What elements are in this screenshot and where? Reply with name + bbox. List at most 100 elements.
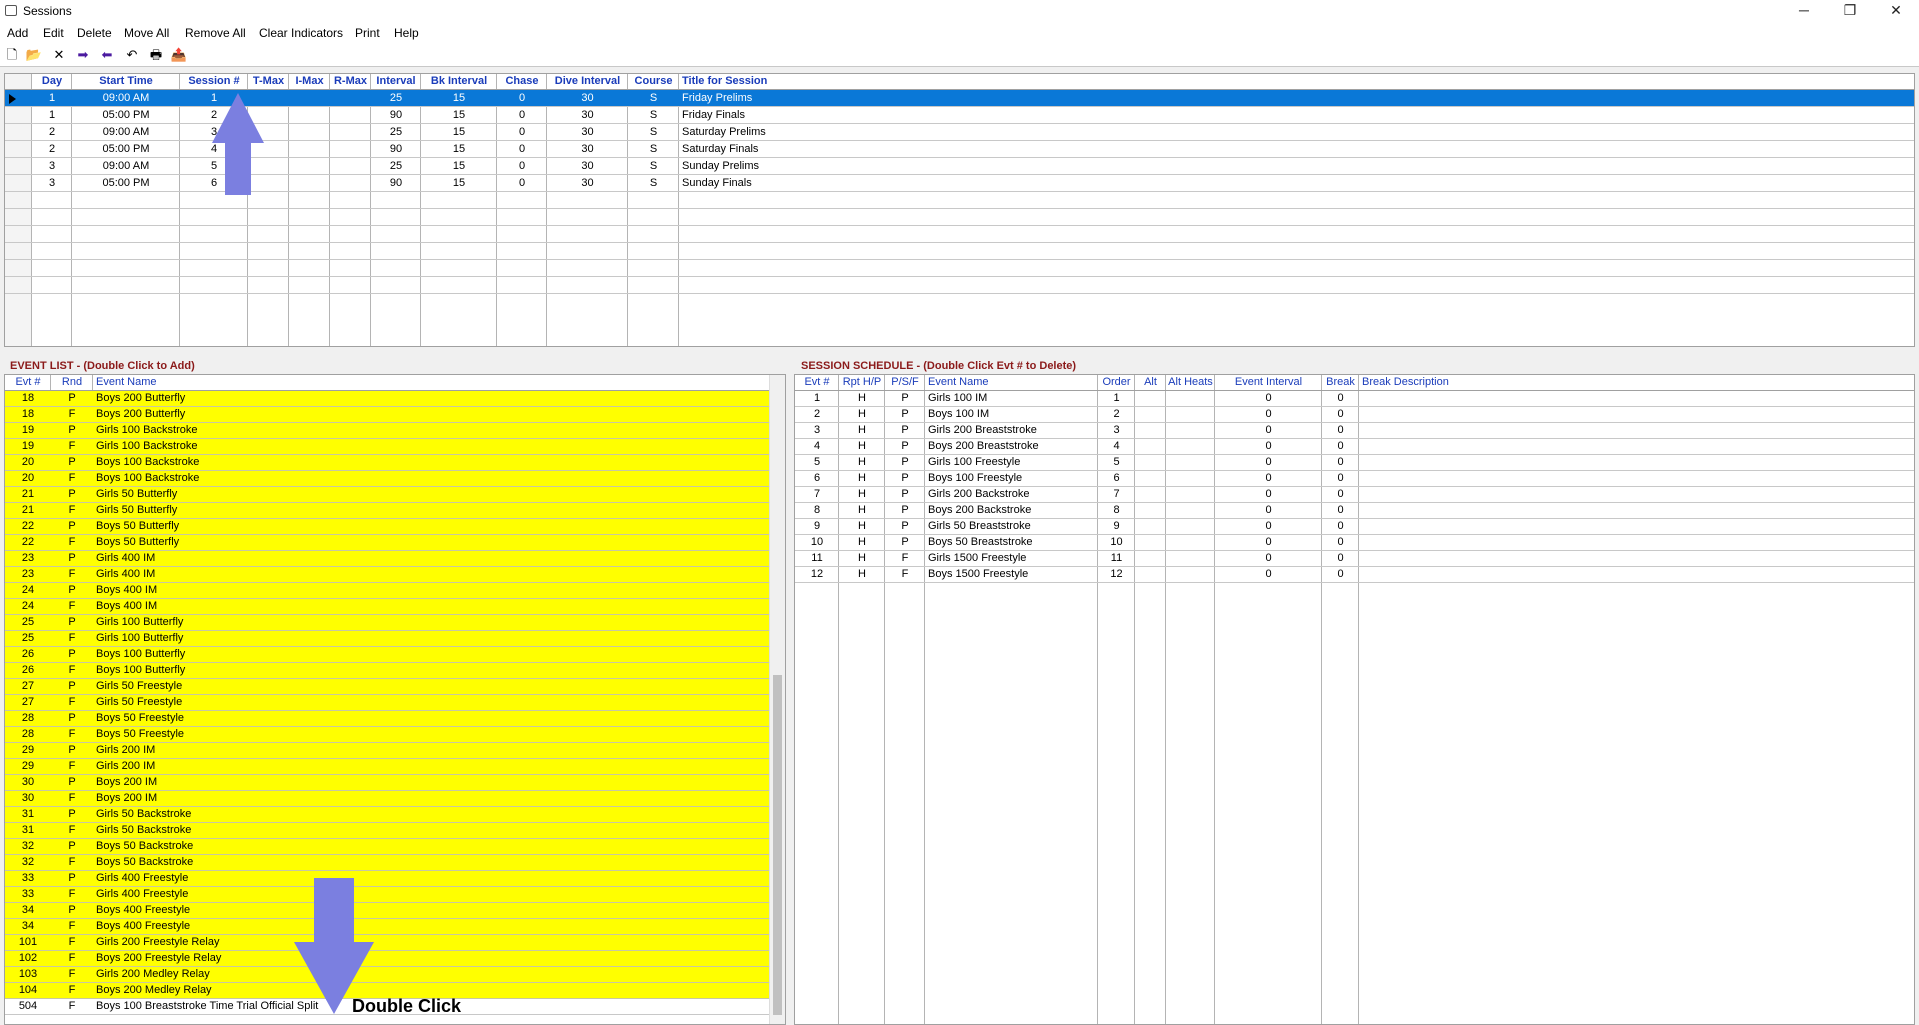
schedule-cell-evt-num[interactable]: 9 (795, 519, 839, 535)
schedule-cell-alt-heats[interactable] (1166, 439, 1215, 455)
schedule-cell-order[interactable]: 11 (1098, 551, 1135, 567)
schedule-row[interactable]: 2 H P Boys 100 IM 2 0 0 (795, 407, 1914, 423)
col-title[interactable]: Title for Session (679, 74, 879, 89)
event-list-scrollbar[interactable] (769, 375, 785, 1024)
event-cell-name[interactable]: Boys 100 Backstroke (93, 455, 593, 471)
event-cell-rnd[interactable]: F (51, 471, 93, 487)
schedule-cell-break[interactable]: 0 (1322, 487, 1359, 503)
delete-icon[interactable]: ✕ (50, 47, 68, 63)
schedule-row[interactable]: 5 H P Girls 100 Freestyle 5 0 0 (795, 455, 1914, 471)
schedule-cell-event-name[interactable]: Girls 200 Backstroke (925, 487, 1098, 503)
session-cell-dive-interval[interactable]: 30 (547, 141, 628, 158)
schedule-cell-psf[interactable]: P (885, 439, 925, 455)
event-row[interactable]: 26 F Boys 100 Butterfly (5, 663, 769, 679)
session-cell-start-time[interactable]: 05:00 PM (72, 107, 180, 124)
schedule-row[interactable]: 8 H P Boys 200 Backstroke 8 0 0 (795, 503, 1914, 519)
schedule-cell-event-interval[interactable]: 0 (1215, 551, 1322, 567)
event-cell-rnd[interactable]: P (51, 807, 93, 823)
schedule-cell-event-name[interactable]: Boys 100 Freestyle (925, 471, 1098, 487)
sessions-grid[interactable]: Day Start Time Session # T-Max I-Max R-M… (4, 73, 1915, 347)
event-cell-num[interactable]: 34 (5, 919, 51, 935)
session-cell-interval[interactable]: 90 (371, 107, 421, 124)
session-cell-course[interactable]: S (628, 124, 679, 141)
schedule-cell-alt[interactable] (1135, 551, 1166, 567)
session-cell-interval[interactable]: 25 (371, 90, 421, 107)
close-button[interactable]: ✕ (1873, 0, 1919, 22)
session-cell-chase[interactable]: 0 (497, 141, 547, 158)
session-cell-bk-interval[interactable]: 15 (421, 158, 497, 175)
event-cell-name[interactable]: Boys 50 Freestyle (93, 727, 593, 743)
session-cell-interval[interactable]: 25 (371, 124, 421, 141)
event-cell-rnd[interactable]: F (51, 503, 93, 519)
schedule-cell-rpt-hp[interactable]: H (839, 391, 885, 407)
event-cell-rnd[interactable]: F (51, 407, 93, 423)
session-cell-start-time[interactable]: 09:00 AM (72, 158, 180, 175)
schedule-cell-rpt-hp[interactable]: H (839, 567, 885, 583)
session-cell-start-time[interactable]: 05:00 PM (72, 141, 180, 158)
event-cell-num[interactable]: 22 (5, 535, 51, 551)
session-cell-i-max[interactable] (289, 124, 330, 141)
event-cell-rnd[interactable]: P (51, 519, 93, 535)
col-alt-heats[interactable]: Alt Heats (1166, 375, 1215, 390)
event-row[interactable]: 25 P Girls 100 Butterfly (5, 615, 769, 631)
schedule-cell-event-name[interactable]: Girls 1500 Freestyle (925, 551, 1098, 567)
session-cell-title[interactable]: Saturday Finals (679, 141, 1879, 158)
event-cell-rnd[interactable]: F (51, 823, 93, 839)
session-cell-interval[interactable]: 90 (371, 175, 421, 192)
schedule-cell-break-description[interactable] (1359, 503, 1859, 519)
event-cell-name[interactable]: Boys 100 Backstroke (93, 471, 593, 487)
schedule-cell-evt-num[interactable]: 2 (795, 407, 839, 423)
session-cell-r-max[interactable] (330, 158, 371, 175)
schedule-cell-break[interactable]: 0 (1322, 503, 1359, 519)
schedule-cell-break[interactable]: 0 (1322, 455, 1359, 471)
session-cell-start-time[interactable]: 09:00 AM (72, 124, 180, 141)
schedule-cell-alt-heats[interactable] (1166, 455, 1215, 471)
event-cell-name[interactable]: Boys 200 IM (93, 791, 593, 807)
schedule-cell-order[interactable]: 4 (1098, 439, 1135, 455)
col-bk-interval[interactable]: Bk Interval (421, 74, 497, 89)
event-cell-rnd[interactable]: P (51, 391, 93, 407)
schedule-cell-event-interval[interactable]: 0 (1215, 471, 1322, 487)
schedule-cell-evt-num[interactable]: 7 (795, 487, 839, 503)
event-cell-num[interactable]: 104 (5, 983, 51, 999)
schedule-cell-alt[interactable] (1135, 535, 1166, 551)
event-cell-rnd[interactable]: F (51, 999, 93, 1015)
event-cell-rnd[interactable]: P (51, 583, 93, 599)
event-row[interactable]: 22 F Boys 50 Butterfly (5, 535, 769, 551)
schedule-cell-evt-num[interactable]: 12 (795, 567, 839, 583)
event-list-grid[interactable]: Evt # Rnd Event Name 18 P Boys 200 Butterf… (4, 374, 786, 1025)
session-cell-i-max[interactable] (289, 141, 330, 158)
event-cell-name[interactable]: Boys 200 IM (93, 775, 593, 791)
session-cell-i-max[interactable] (289, 107, 330, 124)
session-cell-dive-interval[interactable]: 30 (547, 158, 628, 175)
col-rnd[interactable]: Rnd (51, 375, 93, 390)
event-cell-num[interactable]: 29 (5, 743, 51, 759)
session-cell-r-max[interactable] (330, 90, 371, 107)
event-row[interactable]: 29 P Girls 200 IM (5, 743, 769, 759)
event-row[interactable]: 33 P Girls 400 Freestyle (5, 871, 769, 887)
schedule-cell-event-name[interactable]: Boys 200 Backstroke (925, 503, 1098, 519)
event-cell-rnd[interactable]: F (51, 887, 93, 903)
schedule-cell-event-interval[interactable]: 0 (1215, 567, 1322, 583)
event-cell-num[interactable]: 101 (5, 935, 51, 951)
col-alt[interactable]: Alt (1135, 375, 1166, 390)
event-cell-num[interactable]: 21 (5, 503, 51, 519)
event-row[interactable]: 32 F Boys 50 Backstroke (5, 855, 769, 871)
session-cell-bk-interval[interactable]: 15 (421, 175, 497, 192)
event-cell-name[interactable]: Boys 50 Butterfly (93, 519, 593, 535)
restore-button[interactable]: ❐ (1827, 0, 1873, 22)
event-row[interactable]: 31 F Girls 50 Backstroke (5, 823, 769, 839)
event-row[interactable]: 103 F Girls 200 Medley Relay (5, 967, 769, 983)
session-cell-title[interactable]: Saturday Prelims (679, 124, 1879, 141)
move-right-icon[interactable]: ➡ (72, 47, 94, 63)
event-cell-name[interactable]: Girls 50 Butterfly (93, 487, 593, 503)
schedule-cell-evt-num[interactable]: 8 (795, 503, 839, 519)
schedule-cell-rpt-hp[interactable]: H (839, 551, 885, 567)
schedule-row[interactable]: 12 H F Boys 1500 Freestyle 12 0 0 (795, 567, 1914, 583)
schedule-cell-event-interval[interactable]: 0 (1215, 535, 1322, 551)
schedule-cell-rpt-hp[interactable]: H (839, 439, 885, 455)
schedule-cell-order[interactable]: 8 (1098, 503, 1135, 519)
session-row[interactable]: 1 09:00 AM 1 25 15 0 30 S Friday Prelims (5, 90, 1914, 107)
event-cell-name[interactable]: Boys 50 Backstroke (93, 839, 593, 855)
schedule-cell-event-interval[interactable]: 0 (1215, 487, 1322, 503)
